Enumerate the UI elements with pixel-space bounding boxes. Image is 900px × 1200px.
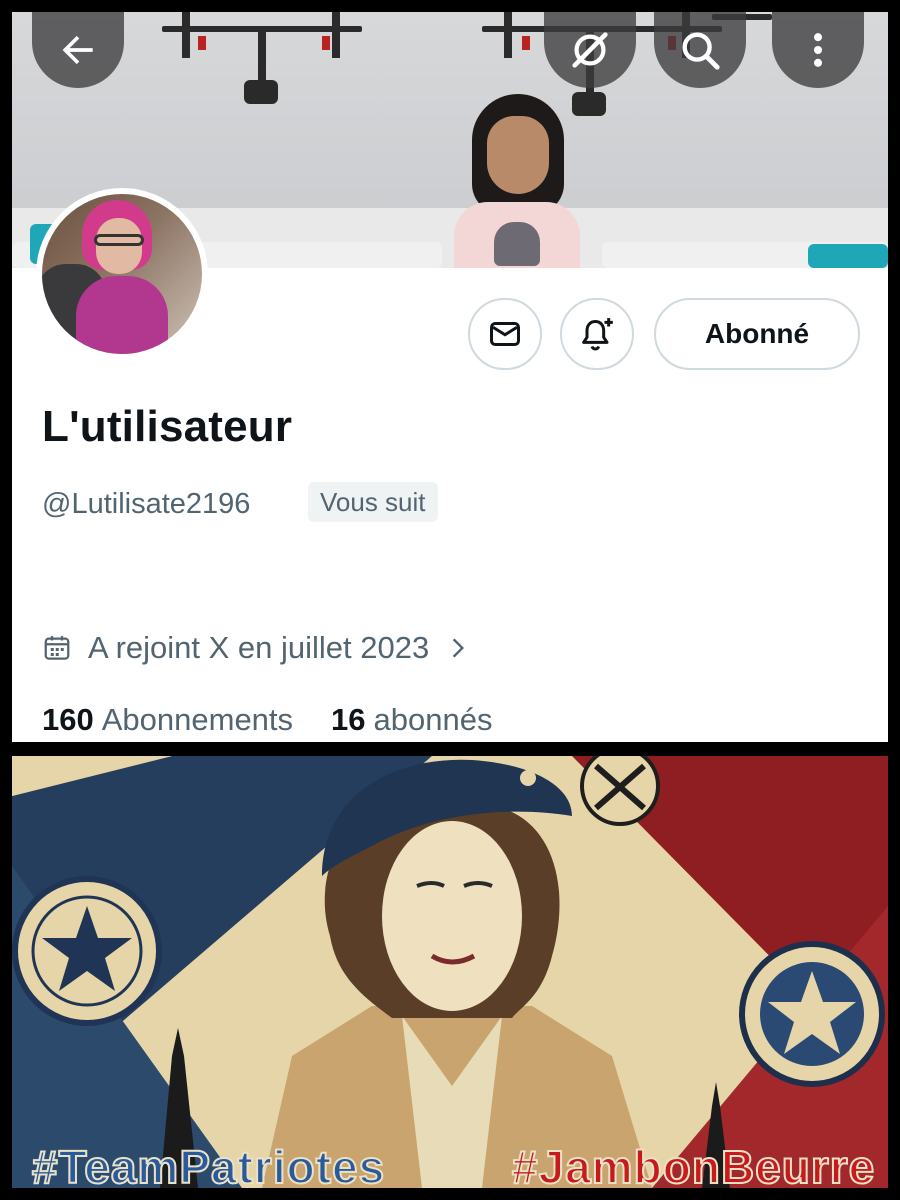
hashtag-left: #TeamPatriotes — [31, 1141, 386, 1188]
followers-label: abonnés — [373, 702, 493, 737]
back-arrow-icon — [62, 35, 93, 65]
display-name: L'utilisateur — [42, 402, 293, 451]
calendar-icon — [44, 636, 70, 660]
more-vertical-icon — [813, 33, 823, 67]
envelope-icon — [490, 322, 520, 346]
joined-date-text: A rejoint X en juillet 2023 — [88, 630, 430, 665]
message-button[interactable] — [468, 298, 542, 370]
avatar-image — [42, 194, 202, 354]
chevron-right-icon — [453, 638, 465, 658]
hashtag-right: #JambonBeurre — [511, 1141, 876, 1188]
drone-image — [162, 12, 362, 122]
poster-illustration — [12, 756, 888, 1188]
following-count: 160 — [42, 702, 94, 737]
profile-screenshot: Abonné L'utilisateur @Lutilisate2196 Vou… — [12, 12, 888, 742]
banner-cushion — [808, 244, 888, 268]
following-link[interactable]: 160 Abonnements — [42, 702, 293, 738]
grok-icon — [572, 32, 608, 68]
following-button[interactable]: Abonné — [654, 298, 860, 370]
search-icon — [682, 32, 720, 70]
joined-date-row[interactable]: A rejoint X en juillet 2023 — [42, 630, 471, 666]
follow-stats: 160 Abonnements 16 abonnés — [42, 702, 492, 738]
following-button-label: Abonné — [704, 318, 810, 349]
followers-count: 16 — [331, 702, 366, 737]
following-label: Abonnements — [101, 702, 294, 737]
followers-link[interactable]: 16 abonnés — [331, 702, 492, 738]
follows-you-badge: Vous suit — [308, 482, 438, 522]
user-handle: @Lutilisate2196 — [42, 488, 251, 520]
bell-plus-icon — [582, 318, 613, 351]
poster-image: #TeamPatriotes #JambonBeurre — [12, 756, 888, 1188]
banner-person — [442, 94, 592, 268]
notifications-button[interactable] — [560, 298, 634, 370]
avatar[interactable] — [36, 188, 208, 360]
